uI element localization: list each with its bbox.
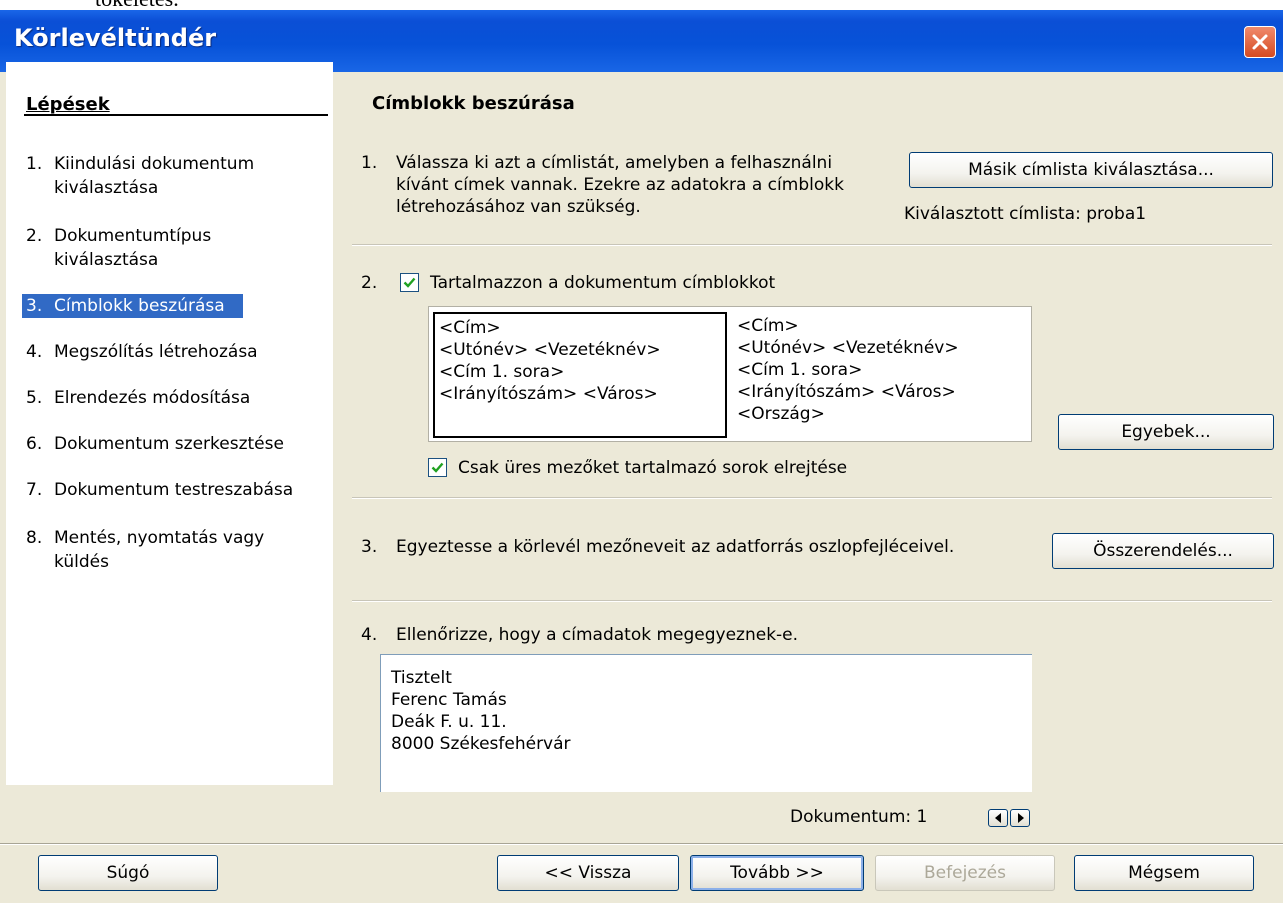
page-title: Címblokk beszúrása [372, 93, 575, 114]
step-label: Megszólítás létrehozása [54, 342, 258, 362]
step-label: Dokumentumtípus kiválasztása [54, 226, 212, 270]
step-number: 7. [26, 480, 43, 500]
hide-empty-fields-label[interactable]: Csak üres mezőket tartalmazó sorok elrej… [458, 457, 847, 479]
match-fields-button[interactable]: Összerendelés... [1052, 533, 1274, 569]
section-4-number: 4. [361, 625, 378, 645]
step-label: Címblokk beszúrása [54, 296, 225, 316]
document-counter-label: Dokumentum: 1 [790, 807, 928, 827]
triangle-left-icon [995, 813, 1001, 823]
section-2-number: 2. [361, 273, 378, 293]
include-address-block-label[interactable]: Tartalmazzon a dokumentum címblokkot [430, 272, 775, 294]
close-button[interactable] [1244, 26, 1276, 58]
selected-address-list-label: Kiválasztott címlista: proba1 [904, 204, 1147, 224]
step-number: 2. [26, 226, 43, 246]
hide-empty-fields-checkbox[interactable] [428, 458, 447, 477]
step-item-5[interactable]: 5. Elrendezés módosítása [26, 386, 250, 410]
next-document-button[interactable] [1010, 809, 1030, 827]
section-divider [352, 497, 1272, 499]
section-3-number: 3. [361, 537, 378, 557]
section-divider [352, 244, 1272, 246]
triangle-right-icon [1018, 813, 1024, 823]
step-number: 6. [26, 434, 43, 454]
step-number: 5. [26, 388, 43, 408]
section-3-instruction: Egyeztesse a körlevél mezőneveit az adat… [396, 537, 955, 557]
address-block-list[interactable]: <Cím> <Utónév> <Vezetéknév> <Cím 1. sora… [428, 306, 1032, 442]
step-item-1[interactable]: 1. Kiindulási dokumentum kiválasztása [26, 152, 254, 200]
previous-document-button[interactable] [988, 809, 1008, 827]
step-label: Kiindulási dokumentum kiválasztása [54, 154, 255, 198]
close-icon [1252, 34, 1268, 50]
step-label: Dokumentum testreszabása [54, 480, 294, 500]
more-button[interactable]: Egyebek... [1058, 414, 1274, 450]
section-4-instruction: Ellenőrizze, hogy a címadatok megegyezne… [396, 625, 799, 645]
step-number: 8. [26, 528, 43, 548]
step-item-3[interactable]: 3. Címblokk beszúrása [22, 294, 243, 318]
step-item-7[interactable]: 7. Dokumentum testreszabása [26, 478, 293, 502]
check-icon [431, 462, 444, 473]
section-1-instruction: Válassza ki azt a címlistát, amelyben a … [396, 153, 844, 217]
steps-heading-divider [24, 114, 328, 116]
step-item-8[interactable]: 8. Mentés, nyomtatás vagy küldés [26, 526, 264, 574]
step-number: 1. [26, 154, 43, 174]
address-preview-box: Tisztelt Ferenc Tamás Deák F. u. 11. 800… [380, 654, 1032, 792]
section-1-number: 1. [361, 153, 378, 173]
back-button[interactable]: << Vissza [497, 855, 679, 891]
step-label: Dokumentum szerkesztése [54, 434, 284, 454]
address-block-option-selected[interactable]: <Cím> <Utónév> <Vezetéknév> <Cím 1. sora… [433, 312, 727, 438]
section-divider [352, 600, 1272, 602]
step-item-6[interactable]: 6. Dokumentum szerkesztése [26, 432, 284, 456]
step-item-2[interactable]: 2. Dokumentumtípus kiválasztása [26, 224, 211, 272]
step-label: Mentés, nyomtatás vagy küldés [54, 528, 265, 572]
address-preview-text: Tisztelt Ferenc Tamás Deák F. u. 11. 800… [391, 668, 571, 754]
step-label: Elrendezés módosítása [54, 388, 251, 408]
select-address-list-button[interactable]: Másik címlista kiválasztása... [909, 152, 1273, 188]
include-address-block-checkbox[interactable] [400, 273, 419, 292]
step-item-4[interactable]: 4. Megszólítás létrehozása [26, 340, 258, 364]
step-number: 3. [26, 296, 43, 316]
footer-divider [0, 843, 1283, 845]
step-number: 4. [26, 342, 43, 362]
window-title: Körlevéltündér [14, 24, 217, 52]
finish-button[interactable]: Befejezés [875, 855, 1055, 891]
help-button[interactable]: Súgó [38, 855, 218, 891]
address-block-option[interactable]: <Cím> <Utónév> <Vezetéknév> <Cím 1. sora… [735, 315, 1029, 439]
cancel-button[interactable]: Mégsem [1074, 855, 1254, 891]
check-icon [403, 277, 416, 288]
steps-heading: Lépések [26, 94, 110, 115]
next-button[interactable]: Tovább >> [690, 855, 864, 891]
